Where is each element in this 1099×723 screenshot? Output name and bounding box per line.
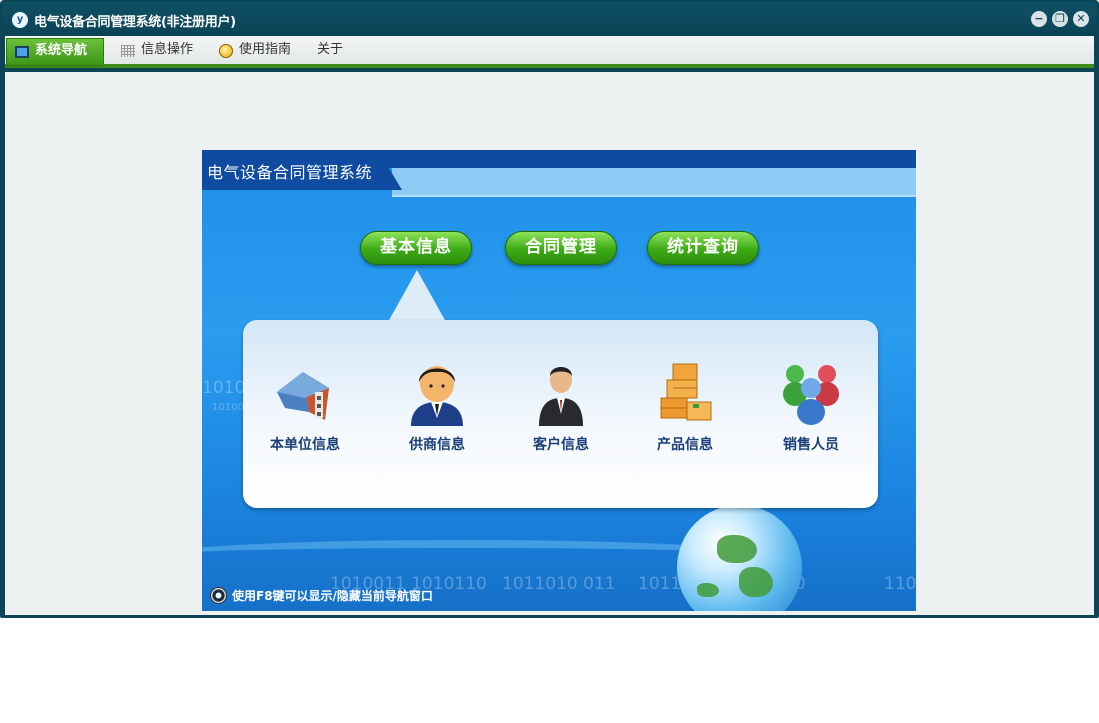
menu-item-about[interactable]: 关于 — [297, 38, 351, 66]
nav-item-label: 本单位信息 — [270, 437, 340, 453]
company-building-icon — [273, 358, 337, 426]
nav-item-label: 产品信息 — [657, 437, 713, 453]
app-logo-icon: y — [12, 12, 28, 28]
menu-item-system-navigation[interactable]: 系统导航 — [6, 38, 104, 66]
globe-icon — [677, 505, 802, 611]
nav-item-company-info[interactable]: 本单位信息 — [255, 358, 355, 454]
monitor-icon — [15, 46, 29, 58]
panel-header: 电气设备合同管理系统 — [202, 150, 916, 200]
window-title: 电气设备合同管理系统(非注册用户) — [34, 15, 236, 30]
nav-item-customer-info[interactable]: 客户信息 — [511, 358, 611, 454]
app-window: y 电气设备合同管理系统(非注册用户) − ❐ ✕ 系统导航 信息操作 使用指南… — [0, 0, 1099, 618]
lightbulb-icon — [219, 44, 233, 58]
nav-item-sales-staff[interactable]: 销售人员 — [761, 358, 861, 454]
restore-button[interactable]: ❐ — [1052, 11, 1068, 27]
tab-statistics-query[interactable]: 统计查询 — [647, 231, 759, 265]
nav-item-label: 销售人员 — [783, 437, 839, 453]
menu-item-label: 信息操作 — [141, 42, 194, 57]
supplier-person-icon — [405, 358, 469, 426]
background-digits: 1011010 011 — [502, 574, 616, 594]
title-bar[interactable]: y 电气设备合同管理系统(非注册用户) − ❐ ✕ — [2, 2, 1097, 36]
sales-team-icon — [779, 358, 843, 426]
nav-item-label: 客户信息 — [533, 437, 589, 453]
tab-contract-management[interactable]: 合同管理 — [505, 231, 617, 265]
product-boxes-icon — [653, 358, 717, 426]
menu-item-user-guide[interactable]: 使用指南 — [211, 38, 299, 66]
basic-info-card: 本单位信息 供商信息 客户信息 产品信息 销售人员 — [243, 320, 878, 508]
background-digits: 1010 — [202, 378, 246, 398]
menu-item-label: 使用指南 — [239, 42, 292, 57]
customer-businessman-icon — [529, 358, 593, 426]
tab-basic-info[interactable]: 基本信息 — [360, 231, 472, 265]
menu-item-info-operations[interactable]: 信息操作 — [113, 38, 201, 66]
panel-title: 电气设备合同管理系统 — [207, 163, 373, 182]
nav-item-label: 供商信息 — [409, 437, 465, 453]
content-area: 电气设备合同管理系统 1010 10100 1010011 1010110 10… — [5, 72, 1094, 615]
menu-item-label: 系统导航 — [35, 43, 88, 58]
grid-icon — [121, 45, 135, 57]
close-button[interactable]: ✕ — [1073, 11, 1089, 27]
background-digits: 110 — [884, 574, 916, 594]
keyboard-tip: 使用F8键可以显示/隐藏当前导航窗口 — [210, 587, 433, 605]
info-disc-icon — [210, 587, 227, 604]
navigation-panel: 电气设备合同管理系统 1010 10100 1010011 1010110 10… — [202, 150, 916, 611]
minimize-button[interactable]: − — [1031, 11, 1047, 27]
menu-item-label: 关于 — [317, 42, 344, 57]
keyboard-tip-text: 使用F8键可以显示/隐藏当前导航窗口 — [232, 589, 433, 603]
nav-item-product-info[interactable]: 产品信息 — [635, 358, 735, 454]
menu-bar: 系统导航 信息操作 使用指南 关于 — [5, 36, 1094, 68]
active-tab-pointer — [388, 270, 446, 322]
background-digits: 10100 — [212, 402, 244, 413]
nav-item-supplier-info[interactable]: 供商信息 — [387, 358, 487, 454]
